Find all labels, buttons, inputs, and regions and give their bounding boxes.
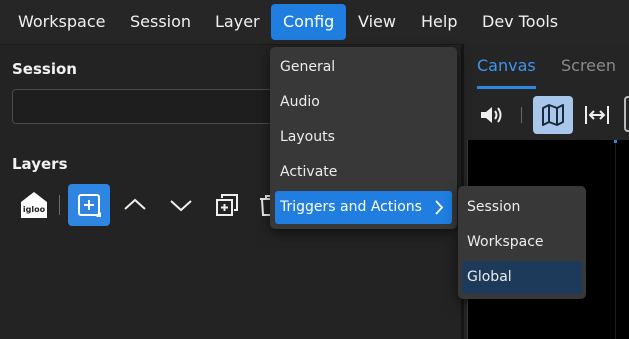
igloo-logo-icon[interactable]: igloo (13, 184, 55, 226)
config-menu-triggers-label: Triggers and Actions (280, 199, 422, 215)
add-layer-icon (78, 194, 101, 217)
layers-section-title: Layers (12, 155, 68, 173)
submenu-workspace[interactable]: Workspace (462, 226, 582, 259)
toolbar-separator (59, 195, 60, 215)
toolbar-overflow-button[interactable] (624, 96, 629, 132)
menu-config[interactable]: Config (271, 4, 346, 40)
menu-dev-tools[interactable]: Dev Tools (470, 4, 570, 40)
config-menu-triggers-and-actions[interactable]: Triggers and Actions (275, 191, 452, 224)
volume-icon (481, 107, 502, 123)
duplicate-icon (216, 194, 238, 216)
tab-canvas[interactable]: Canvas (477, 56, 536, 75)
tab-screen[interactable]: Screen (561, 56, 616, 75)
config-menu-audio[interactable]: Audio (275, 86, 452, 119)
chevron-right-icon (434, 191, 444, 237)
move-layer-down-button[interactable] (160, 184, 202, 226)
menu-workspace[interactable]: Workspace (6, 4, 117, 40)
chevron-up-icon (124, 198, 146, 210)
config-menu-layouts[interactable]: Layouts (275, 121, 452, 154)
volume-button[interactable] (472, 96, 512, 134)
move-layer-up-button[interactable] (114, 184, 156, 226)
canvas-guide (615, 143, 616, 339)
add-layer-button[interactable] (68, 184, 110, 226)
active-tab-indicator (477, 86, 536, 89)
menu-help[interactable]: Help (409, 4, 469, 40)
fit-width-button[interactable] (577, 96, 617, 134)
fit-width-icon (585, 106, 609, 124)
config-menu-activate[interactable]: Activate (275, 156, 452, 189)
map-icon (542, 104, 564, 126)
toolbar-separator (521, 107, 522, 123)
session-input[interactable] (12, 89, 312, 124)
menu-session[interactable]: Session (118, 4, 203, 40)
session-section-title: Session (12, 60, 77, 78)
submenu-global[interactable]: Global (462, 261, 582, 294)
submenu-session[interactable]: Session (462, 191, 582, 224)
config-menu-general[interactable]: General (275, 51, 452, 84)
duplicate-layer-button[interactable] (206, 184, 248, 226)
menu-view[interactable]: View (346, 4, 408, 40)
menu-bar: Workspace Session Layer Config View Help… (0, 0, 629, 44)
chevron-down-icon (170, 200, 192, 212)
igloo-logo-text: igloo (23, 205, 46, 214)
config-menu: General Audio Layouts Activate Triggers … (270, 47, 457, 229)
menu-layer[interactable]: Layer (203, 4, 272, 40)
triggers-submenu: Session Workspace Global (458, 186, 586, 299)
map-button[interactable] (533, 96, 573, 134)
